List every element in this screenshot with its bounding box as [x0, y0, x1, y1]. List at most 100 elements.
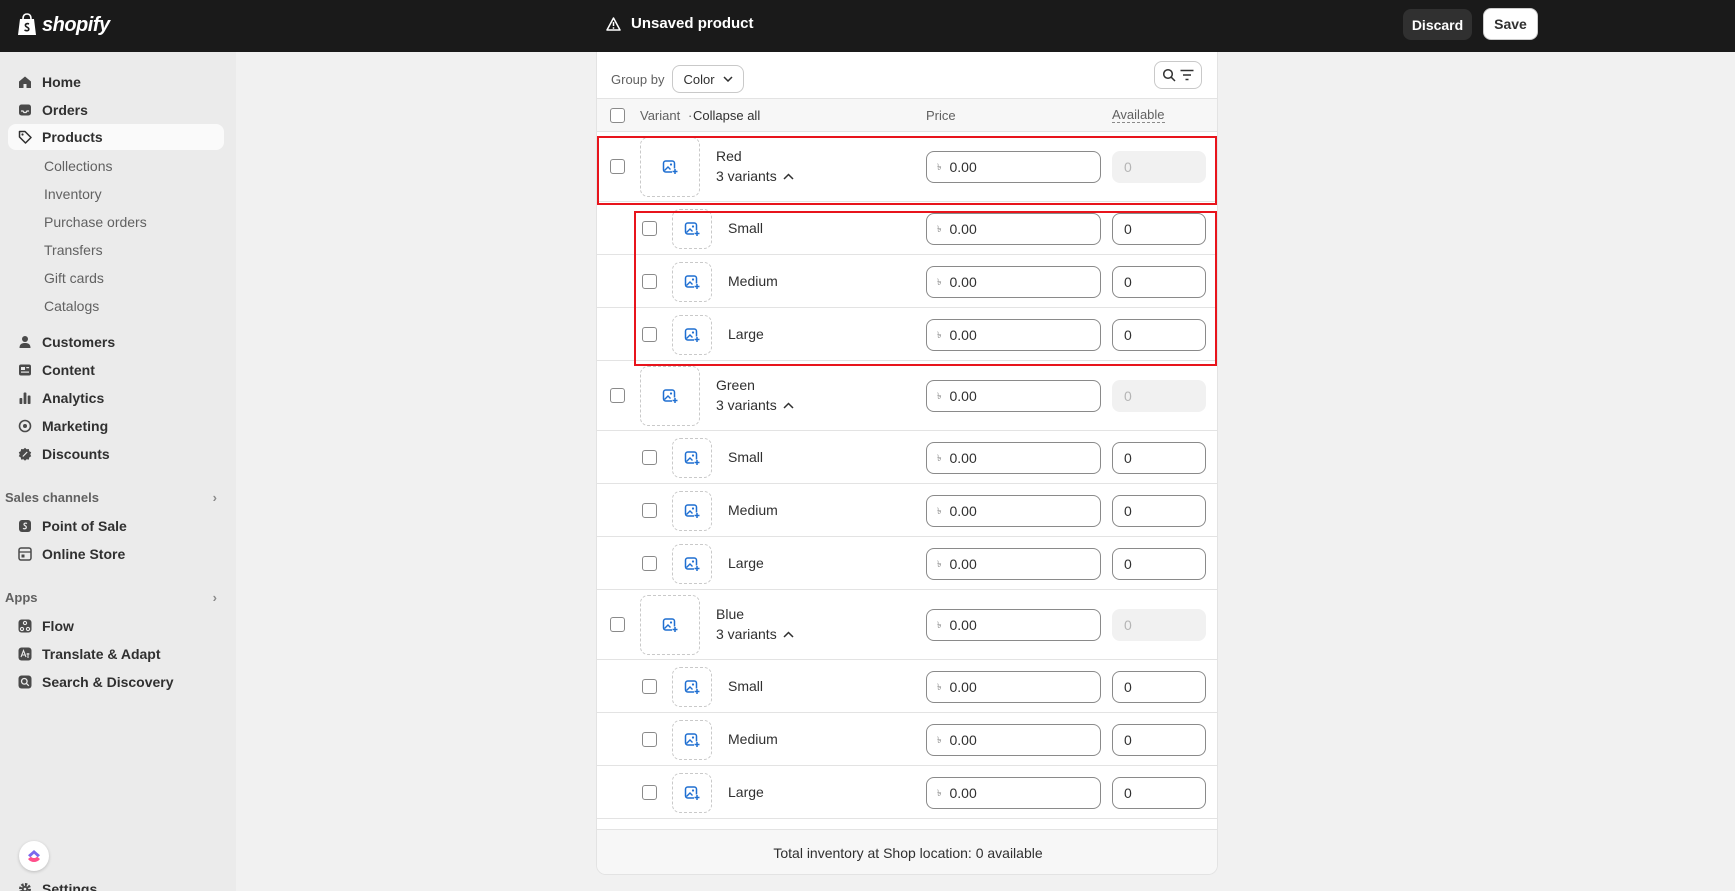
- sidebar-item-discounts[interactable]: Discounts: [8, 441, 224, 467]
- home-icon: [19, 76, 31, 88]
- variant-image-placeholder[interactable]: [672, 262, 712, 302]
- currency-symbol: ৳: [937, 619, 942, 630]
- variant-image-placeholder[interactable]: [672, 773, 712, 813]
- collapse-all-link[interactable]: Collapse all: [693, 108, 760, 123]
- variant-group-image-placeholder[interactable]: [640, 137, 700, 197]
- variant-checkbox[interactable]: [642, 785, 657, 800]
- variant-checkbox[interactable]: [642, 556, 657, 571]
- variant-image-placeholder[interactable]: [672, 438, 712, 478]
- sidebar-subitem-purchase-orders[interactable]: Purchase orders: [44, 211, 147, 233]
- variant-group-count-toggle[interactable]: 3 variants: [716, 168, 794, 184]
- variant-image-placeholder[interactable]: [672, 667, 712, 707]
- currency-symbol: ৳: [937, 452, 942, 463]
- variant-group-checkbox[interactable]: [610, 388, 625, 403]
- price-input[interactable]: ৳ 0.00: [926, 442, 1101, 474]
- sidebar-item-products[interactable]: Products: [8, 124, 224, 150]
- search-icon: [1162, 68, 1176, 82]
- apps-header[interactable]: Apps ›: [5, 587, 217, 607]
- currency-symbol: ৳: [937, 390, 942, 401]
- variant-checkbox[interactable]: [642, 450, 657, 465]
- sidebar-item-settings[interactable]: Settings: [8, 876, 224, 891]
- available-column-header[interactable]: Available: [1112, 108, 1165, 123]
- sidebar-subitem-catalogs[interactable]: Catalogs: [44, 295, 99, 317]
- price-input[interactable]: ৳ 0.00: [926, 609, 1101, 641]
- variant-group-image-placeholder[interactable]: [640, 595, 700, 655]
- price-input[interactable]: ৳ 0.00: [926, 548, 1101, 580]
- image-add-icon: [684, 557, 700, 572]
- price-input[interactable]: ৳ 0.00: [926, 724, 1101, 756]
- variant-checkbox[interactable]: [642, 503, 657, 518]
- sidebar-item-marketing[interactable]: Marketing: [8, 413, 224, 439]
- variant-group-image-placeholder[interactable]: [640, 366, 700, 426]
- variant-checkbox[interactable]: [642, 679, 657, 694]
- save-button[interactable]: Save: [1483, 8, 1538, 40]
- price-input[interactable]: ৳ 0.00: [926, 319, 1101, 351]
- sidebar-item-label: Online Store: [42, 546, 126, 562]
- price-value: 0.00: [949, 679, 977, 695]
- group-by-control: Group by Color: [611, 65, 744, 93]
- available-input[interactable]: 0: [1112, 777, 1206, 809]
- sidebar-subitem-gift-cards[interactable]: Gift cards: [44, 267, 104, 289]
- variant-row: Small ৳ 0.00 0: [597, 202, 1217, 255]
- sidebar-subitem-inventory[interactable]: Inventory: [44, 183, 102, 205]
- variant-image-placeholder[interactable]: [672, 720, 712, 760]
- image-add-icon: [684, 733, 700, 748]
- price-input[interactable]: ৳ 0.00: [926, 380, 1101, 412]
- sidebar-item-flow[interactable]: Flow: [8, 613, 224, 639]
- variant-image-placeholder[interactable]: [672, 544, 712, 584]
- variant-image-placeholder[interactable]: [672, 315, 712, 355]
- sidebar-item-analytics[interactable]: Analytics: [8, 385, 224, 411]
- variant-image-placeholder[interactable]: [672, 209, 712, 249]
- clickup-extension-icon[interactable]: [19, 841, 49, 871]
- header-separator: ·: [688, 108, 693, 123]
- available-input[interactable]: 0: [1112, 548, 1206, 580]
- sales-channels-header[interactable]: Sales channels ›: [5, 487, 217, 507]
- available-input[interactable]: 0: [1112, 213, 1206, 245]
- variant-group-count-toggle[interactable]: 3 variants: [716, 397, 794, 413]
- variant-checkbox[interactable]: [642, 732, 657, 747]
- image-add-icon: [684, 504, 700, 519]
- image-add-icon: [684, 328, 700, 343]
- sidebar-item-home[interactable]: Home: [8, 69, 224, 95]
- sidebar-item-search-discovery[interactable]: Search & Discovery: [8, 669, 224, 695]
- variant-group-checkbox[interactable]: [610, 617, 625, 632]
- variant-image-placeholder[interactable]: [672, 491, 712, 531]
- sidebar-item-translate-adapt[interactable]: Translate & Adapt: [8, 641, 224, 667]
- image-add-icon: [662, 389, 678, 404]
- available-input[interactable]: 0: [1112, 266, 1206, 298]
- sidebar-subitem-transfers[interactable]: Transfers: [44, 239, 103, 261]
- shopify-logo[interactable]: shopify: [16, 13, 110, 37]
- currency-symbol: ৳: [937, 681, 942, 692]
- image-add-icon: [662, 160, 678, 175]
- gear-icon: [19, 883, 31, 891]
- group-by-select[interactable]: Color: [672, 65, 744, 93]
- available-input[interactable]: 0: [1112, 671, 1206, 703]
- sidebar-item-point-of-sale[interactable]: Point of Sale: [8, 513, 224, 539]
- available-input[interactable]: 0: [1112, 724, 1206, 756]
- available-input[interactable]: 0: [1112, 319, 1206, 351]
- price-input[interactable]: ৳ 0.00: [926, 213, 1101, 245]
- price-input[interactable]: ৳ 0.00: [926, 495, 1101, 527]
- sidebar-item-orders[interactable]: Orders: [8, 97, 224, 123]
- price-input[interactable]: ৳ 0.00: [926, 671, 1101, 703]
- price-input[interactable]: ৳ 0.00: [926, 266, 1101, 298]
- discard-button[interactable]: Discard: [1403, 9, 1472, 40]
- price-input[interactable]: ৳ 0.00: [926, 777, 1101, 809]
- variant-checkbox[interactable]: [642, 221, 657, 236]
- search-filter-button[interactable]: [1154, 61, 1202, 89]
- price-value: 0.00: [949, 556, 977, 572]
- sidebar-item-online-store[interactable]: Online Store: [8, 541, 224, 567]
- variant-group-count-toggle[interactable]: 3 variants: [716, 626, 794, 642]
- sidebar-item-customers[interactable]: Customers: [8, 329, 224, 355]
- sidebar-item-content[interactable]: Content: [8, 357, 224, 383]
- variant-checkbox[interactable]: [642, 274, 657, 289]
- variant-group-checkbox[interactable]: [610, 159, 625, 174]
- sidebar-subitem-collections[interactable]: Collections: [44, 155, 112, 177]
- price-input[interactable]: ৳ 0.00: [926, 151, 1101, 183]
- available-input[interactable]: 0: [1112, 442, 1206, 474]
- variant-checkbox[interactable]: [642, 327, 657, 342]
- variant-name: Small: [728, 220, 764, 236]
- variant-count-label: 3 variants: [716, 626, 777, 642]
- select-all-checkbox[interactable]: [610, 108, 625, 123]
- available-input[interactable]: 0: [1112, 495, 1206, 527]
